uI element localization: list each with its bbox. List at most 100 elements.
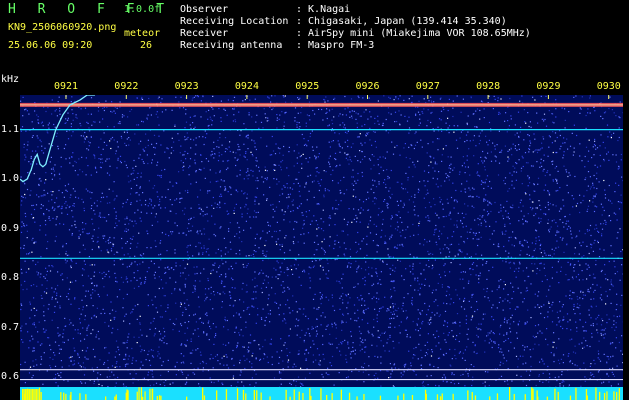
x-tick-label: 0924: [234, 81, 259, 92]
floor-spike: [115, 394, 117, 400]
floor-spike: [151, 388, 154, 400]
y-tick-label: 0.9: [1, 222, 20, 234]
floor-spike: [245, 393, 247, 400]
floor-spike: [253, 390, 255, 400]
x-tick-label: 0929: [536, 81, 561, 92]
receiver-value: : AirSpy mini (Miakejima VOR 108.65MHz): [296, 28, 531, 39]
floor-spike: [537, 396, 539, 400]
floor-spike: [326, 395, 328, 400]
location-label: Receiving Location: [180, 16, 289, 27]
floor-spike: [114, 396, 116, 400]
floor-spike: [474, 395, 477, 400]
floor-spike: [331, 393, 333, 400]
meteor-label: meteor: [124, 28, 161, 39]
floor-spike: [302, 393, 304, 400]
floor-spike: [260, 392, 262, 400]
floor-spike: [595, 387, 597, 400]
floor-spikes: [22, 387, 620, 400]
y-tick-label: 0.6: [1, 371, 20, 383]
floor-spike: [149, 388, 151, 400]
floor-spike: [441, 393, 443, 400]
floor-spike: [467, 390, 469, 400]
floor-spike: [397, 395, 399, 400]
floor-spike: [138, 387, 140, 400]
receiver-label: Receiver: [180, 28, 229, 39]
antenna-label: Receiving antenna: [180, 40, 283, 51]
floor-spike: [105, 396, 107, 400]
floor-spike: [363, 394, 365, 400]
floor-spike: [216, 390, 218, 400]
floor-spike: [126, 389, 128, 400]
floor-spike: [471, 392, 473, 400]
floor-spike: [436, 394, 439, 400]
datetime-label: 25.06.06 09:20: [8, 40, 93, 51]
floor-spike: [569, 395, 572, 400]
floor-spike: [38, 387, 41, 400]
floor-spike: [79, 393, 81, 400]
floor-spike: [136, 391, 138, 400]
floor-spike: [202, 387, 204, 400]
floor-spike: [340, 389, 342, 400]
floor-spike: [310, 395, 312, 400]
floor-spike: [60, 392, 62, 400]
floor-spike: [158, 395, 161, 400]
version-label: 1.0.0f: [124, 4, 161, 15]
x-tick-label: 0923: [174, 81, 199, 92]
floor-spike: [140, 387, 143, 400]
location-value: : Chigasaki, Japan (139.414 35.340): [296, 16, 507, 27]
floor-spike: [489, 396, 491, 400]
antenna-value: : Maspro FM-3: [296, 40, 375, 51]
floor-spike: [269, 396, 271, 400]
floor-spike: [509, 387, 511, 400]
floor-spike: [293, 389, 295, 400]
floor-spike: [439, 396, 442, 400]
y-axis-unit: kHz: [1, 74, 20, 85]
floor-spike: [256, 390, 258, 400]
floor-spike: [613, 391, 615, 400]
floor-spike: [524, 394, 526, 400]
y-tick-label: 0.7: [1, 321, 20, 333]
floor-spike: [285, 389, 287, 400]
floor-spike: [186, 396, 188, 400]
floor-spike: [40, 392, 42, 400]
floor-spike: [225, 389, 228, 400]
x-tick-label: 0930: [596, 81, 621, 92]
floor-spike: [160, 395, 162, 400]
floor-spike: [320, 388, 322, 400]
floor-spike: [411, 395, 414, 400]
floor-spike: [586, 395, 588, 400]
floor-spike: [298, 391, 300, 400]
floor-spike: [403, 393, 405, 400]
floor-spike: [348, 392, 351, 400]
floor-spike: [63, 392, 65, 400]
floor-spike: [575, 387, 577, 400]
spectrogram-svg: [20, 95, 623, 387]
floor-spike: [618, 388, 620, 400]
floor-spike: [532, 388, 534, 400]
floor-spike: [606, 391, 608, 400]
floor-spike: [144, 391, 146, 400]
floor-spike: [496, 393, 499, 400]
floor-spike: [452, 393, 454, 400]
meteor-count: 26: [140, 40, 153, 51]
x-tick-label: 0926: [355, 81, 380, 92]
floor-spike: [599, 391, 601, 400]
x-tick-label: 0925: [295, 81, 320, 92]
floor-spike: [546, 396, 548, 400]
observer-value: : K.Nagai: [296, 4, 351, 15]
floor-spike: [603, 393, 606, 400]
floor-spike: [531, 387, 533, 400]
floor-spike: [242, 389, 245, 400]
floor-spike: [85, 394, 87, 400]
x-tick-label: 0927: [415, 81, 440, 92]
y-tick-label: 0.8: [1, 272, 20, 284]
floor-spike: [356, 396, 358, 400]
x-tick-label: 0922: [114, 81, 139, 92]
floor-spike: [424, 389, 427, 400]
floor-spike: [554, 388, 556, 400]
spectrogram-plot: [20, 95, 623, 387]
floor-spike: [236, 388, 239, 400]
floor-spike: [65, 393, 67, 400]
floor-spike: [156, 396, 158, 400]
observer-label: Observer: [180, 4, 229, 15]
